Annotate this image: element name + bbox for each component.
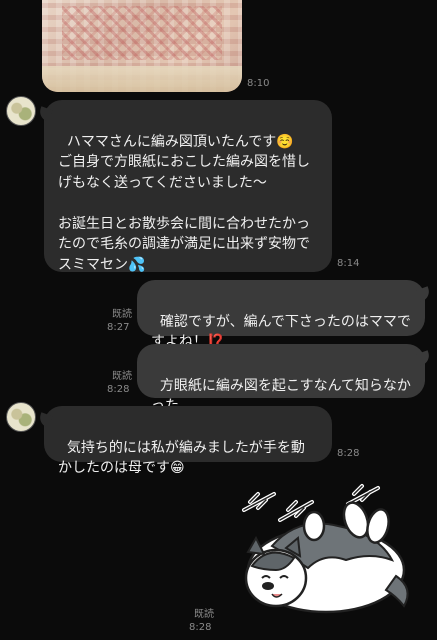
message-time: 8:28 <box>107 384 130 395</box>
read-receipt: 既読 <box>112 309 132 320</box>
read-receipt: 既読 <box>112 371 132 382</box>
message-time: 8:27 <box>107 322 130 333</box>
sender-avatar[interactable] <box>6 402 36 432</box>
read-receipt: 既読 <box>194 609 214 620</box>
photo-ribbon <box>42 66 242 92</box>
message-time: 8:28 <box>189 622 212 633</box>
photo-time: 8:10 <box>247 78 270 89</box>
message-text: 気持ち的には私が編みましたが手を動かしたのは母です😁 <box>58 439 305 477</box>
shared-photo[interactable] <box>42 0 242 92</box>
incoming-message-bubble[interactable]: 気持ち的には私が編みましたが手を動かしたのは母です😁 <box>44 406 332 476</box>
message-text: ハママさんに編み図頂いたんです☺️ ご自身で方眼紙におこした編み図を惜しげもなく… <box>58 133 310 273</box>
sender-avatar[interactable] <box>6 96 36 126</box>
message-time: 8:28 <box>337 448 360 459</box>
husky-rolling-sticker-icon[interactable] <box>228 482 418 622</box>
message-time: 8:14 <box>337 258 360 269</box>
incoming-message-bubble[interactable]: ハママさんに編み図頂いたんです☺️ ご自身で方眼紙におこした編み図を惜しげもなく… <box>44 100 332 273</box>
outgoing-message-bubble[interactable]: 確認ですが、編んで下さったのはママですよね！⁉️ <box>137 280 425 350</box>
outgoing-message-bubble[interactable]: 方眼紙に編み図を起こすなんて知らなかった <box>137 344 425 414</box>
photo-pattern <box>62 6 222 60</box>
